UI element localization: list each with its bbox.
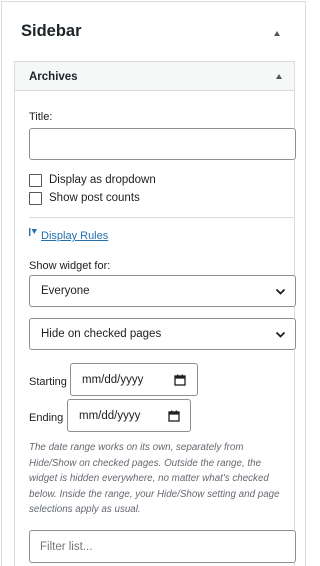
starting-date-value: mm/dd/yyyy <box>82 374 144 386</box>
chevron-down-icon <box>275 288 286 295</box>
collapse-arrow-icon[interactable] <box>274 31 280 36</box>
date-range-help-text: The date range works on its own, separat… <box>29 442 280 515</box>
ending-label: Ending <box>29 412 64 424</box>
display-rules-link[interactable]: Display Rules <box>41 230 108 242</box>
display-as-dropdown-checkbox[interactable] <box>29 174 42 187</box>
starting-date-input[interactable]: mm/dd/yyyy <box>70 363 198 396</box>
sidebar-panel: Sidebar Archives Title: Display as dropd… <box>1 1 306 566</box>
show-post-counts-checkbox[interactable] <box>29 192 42 205</box>
starting-label: Starting <box>29 376 67 388</box>
widget-collapse-arrow-icon[interactable] <box>276 74 282 79</box>
show-widget-for-label: Show widget for: <box>29 260 111 272</box>
show-widget-for-value: Everyone <box>41 285 90 297</box>
display-as-dropdown-label[interactable]: Display as dropdown <box>49 174 156 186</box>
chevron-down-icon <box>275 331 286 338</box>
ending-date-value: mm/dd/yyyy <box>79 410 141 422</box>
show-widget-for-select[interactable]: Everyone <box>29 275 296 307</box>
widget-title: Archives <box>29 71 78 83</box>
title-field-label: Title: <box>29 111 53 123</box>
sidebar-header[interactable]: Sidebar <box>2 2 305 62</box>
sidebar-title: Sidebar <box>21 22 82 40</box>
calendar-icon[interactable] <box>174 374 186 386</box>
filter-list-input[interactable] <box>29 530 296 563</box>
archives-widget: Archives Title: Display as dropdown Show… <box>14 61 296 566</box>
toggle-triangle-icon[interactable] <box>29 228 37 236</box>
calendar-icon[interactable] <box>168 410 180 422</box>
visibility-mode-value: Hide on checked pages <box>41 328 162 340</box>
show-post-counts-label[interactable]: Show post counts <box>49 192 140 204</box>
divider <box>29 217 294 218</box>
widget-header[interactable]: Archives <box>15 62 294 91</box>
ending-date-input[interactable]: mm/dd/yyyy <box>67 399 191 432</box>
title-input[interactable] <box>29 128 296 160</box>
visibility-mode-select[interactable]: Hide on checked pages <box>29 318 296 350</box>
